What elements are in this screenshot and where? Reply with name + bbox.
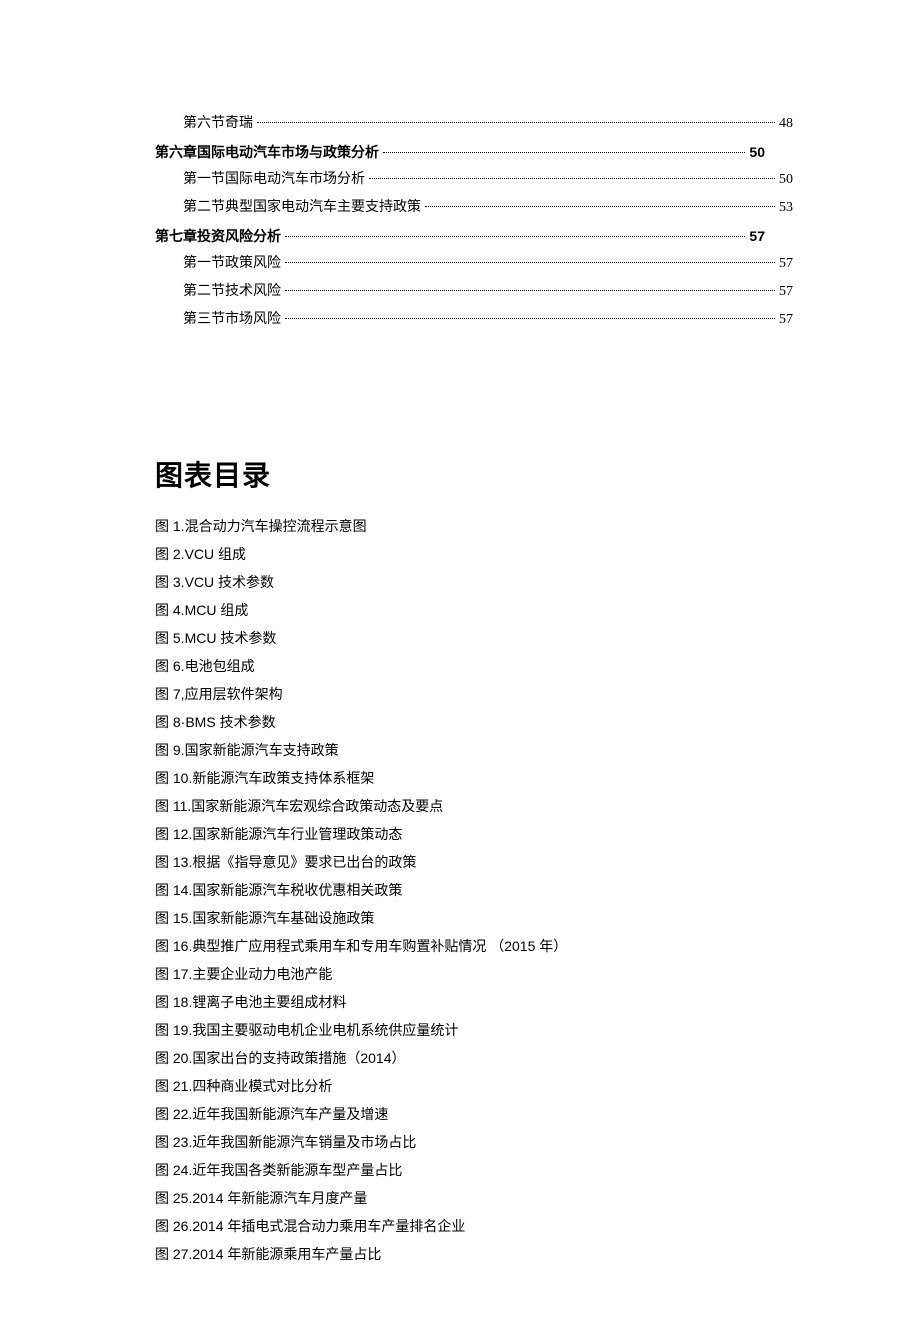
toc-row: 第三节市场风险 57	[155, 306, 793, 334]
figure-entry: 图 3.VCU 技术参数	[155, 568, 765, 596]
toc-row: 第六节奇瑞 48	[155, 110, 793, 138]
figure-entry: 图 16.典型推广应用程式乘用车和专用车购置补贴情况 （2015 年）	[155, 932, 765, 960]
figure-entry: 图 17.主要企业动力电池产能	[155, 960, 765, 988]
toc-row: 第二节技术风险 57	[155, 278, 793, 306]
toc-page-number: 48	[779, 110, 793, 138]
toc-row: 第一节国际电动汽车市场分析 50	[155, 166, 793, 194]
toc-leader-dots	[285, 262, 775, 263]
toc-page-number: 50	[749, 138, 765, 166]
toc-label: 第六章国际电动汽车市场与政策分析	[155, 138, 379, 166]
toc-page-number: 53	[779, 194, 793, 222]
figure-entry: 图 12.国家新能源汽车行业管理政策动态	[155, 820, 765, 848]
figure-entry: 图 11.国家新能源汽车宏观综合政策动态及要点	[155, 792, 765, 820]
toc-label: 第二节技术风险	[183, 278, 281, 306]
toc-leader-dots	[285, 318, 775, 319]
figure-entry: 图 10.新能源汽车政策支持体系框架	[155, 764, 765, 792]
figure-entry: 图 23.近年我国新能源汽车销量及市场占比	[155, 1128, 765, 1156]
toc-leader-dots	[425, 206, 775, 207]
toc-label: 第二节典型国家电动汽车主要支持政策	[183, 194, 421, 222]
toc-label: 第一节国际电动汽车市场分析	[183, 166, 365, 194]
figure-entry: 图 1.混合动力汽车操控流程示意图	[155, 512, 765, 540]
toc-leader-dots	[383, 152, 745, 153]
figure-entry: 图 9.国家新能源汽车支持政策	[155, 736, 765, 764]
toc-page-number: 57	[779, 306, 793, 334]
toc-label: 第七章投资风险分析	[155, 222, 281, 250]
figure-entry: 图 27.2014 年新能源乘用车产量占比	[155, 1240, 765, 1268]
figure-entry: 图 18.锂离子电池主要组成材料	[155, 988, 765, 1016]
figure-entry: 图 2.VCU 组成	[155, 540, 765, 568]
figure-entry: 图 21.四种商业模式对比分析	[155, 1072, 765, 1100]
figure-entry: 图 7,应用层软件架构	[155, 680, 765, 708]
toc-leader-dots	[285, 236, 745, 237]
figure-entry: 图 22.近年我国新能源汽车产量及增速	[155, 1100, 765, 1128]
toc-page-number: 57	[749, 222, 765, 250]
figure-entry: 图 24.近年我国各类新能源车型产量占比	[155, 1156, 765, 1184]
figure-entry: 图 15.国家新能源汽车基础设施政策	[155, 904, 765, 932]
toc-label: 第三节市场风险	[183, 306, 281, 334]
figure-entry: 图 8·BMS 技术参数	[155, 708, 765, 736]
toc-leader-dots	[257, 122, 775, 123]
figure-entry: 图 5.MCU 技术参数	[155, 624, 765, 652]
figures-list: 图 1.混合动力汽车操控流程示意图 图 2.VCU 组成 图 3.VCU 技术参…	[155, 512, 765, 1268]
document-page: 第六节奇瑞 48 第六章国际电动汽车市场与政策分析 50 第一节国际电动汽车市场…	[0, 0, 920, 1328]
toc-page-number: 50	[779, 166, 793, 194]
toc-leader-dots	[369, 178, 775, 179]
toc-row: 第一节政策风险 57	[155, 250, 793, 278]
toc-leader-dots	[285, 290, 775, 291]
figure-entry: 图 6.电池包组成	[155, 652, 765, 680]
figures-list-title: 图表目录	[155, 454, 765, 494]
toc-label: 第一节政策风险	[183, 250, 281, 278]
figure-entry: 图 4.MCU 组成	[155, 596, 765, 624]
toc-row: 第二节典型国家电动汽车主要支持政策 53	[155, 194, 793, 222]
figure-entry: 图 25.2014 年新能源汽车月度产量	[155, 1184, 765, 1212]
figure-entry: 图 19.我国主要驱动电机企业电机系统供应量统计	[155, 1016, 765, 1044]
toc-label: 第六节奇瑞	[183, 110, 253, 138]
figure-entry: 图 13.根据《指导意见》要求已出台的政策	[155, 848, 765, 876]
toc-page-number: 57	[779, 250, 793, 278]
figure-entry: 图 14.国家新能源汽车税收优惠相关政策	[155, 876, 765, 904]
toc-chapter-row: 第六章国际电动汽车市场与政策分析 50	[155, 138, 765, 166]
toc-block: 第六节奇瑞 48 第六章国际电动汽车市场与政策分析 50 第一节国际电动汽车市场…	[155, 110, 765, 334]
toc-page-number: 57	[779, 278, 793, 306]
toc-chapter-row: 第七章投资风险分析 57	[155, 222, 765, 250]
figure-entry: 图 20.国家出台的支持政策措施（2014）	[155, 1044, 765, 1072]
figure-entry: 图 26.2014 年插电式混合动力乘用车产量排名企业	[155, 1212, 765, 1240]
